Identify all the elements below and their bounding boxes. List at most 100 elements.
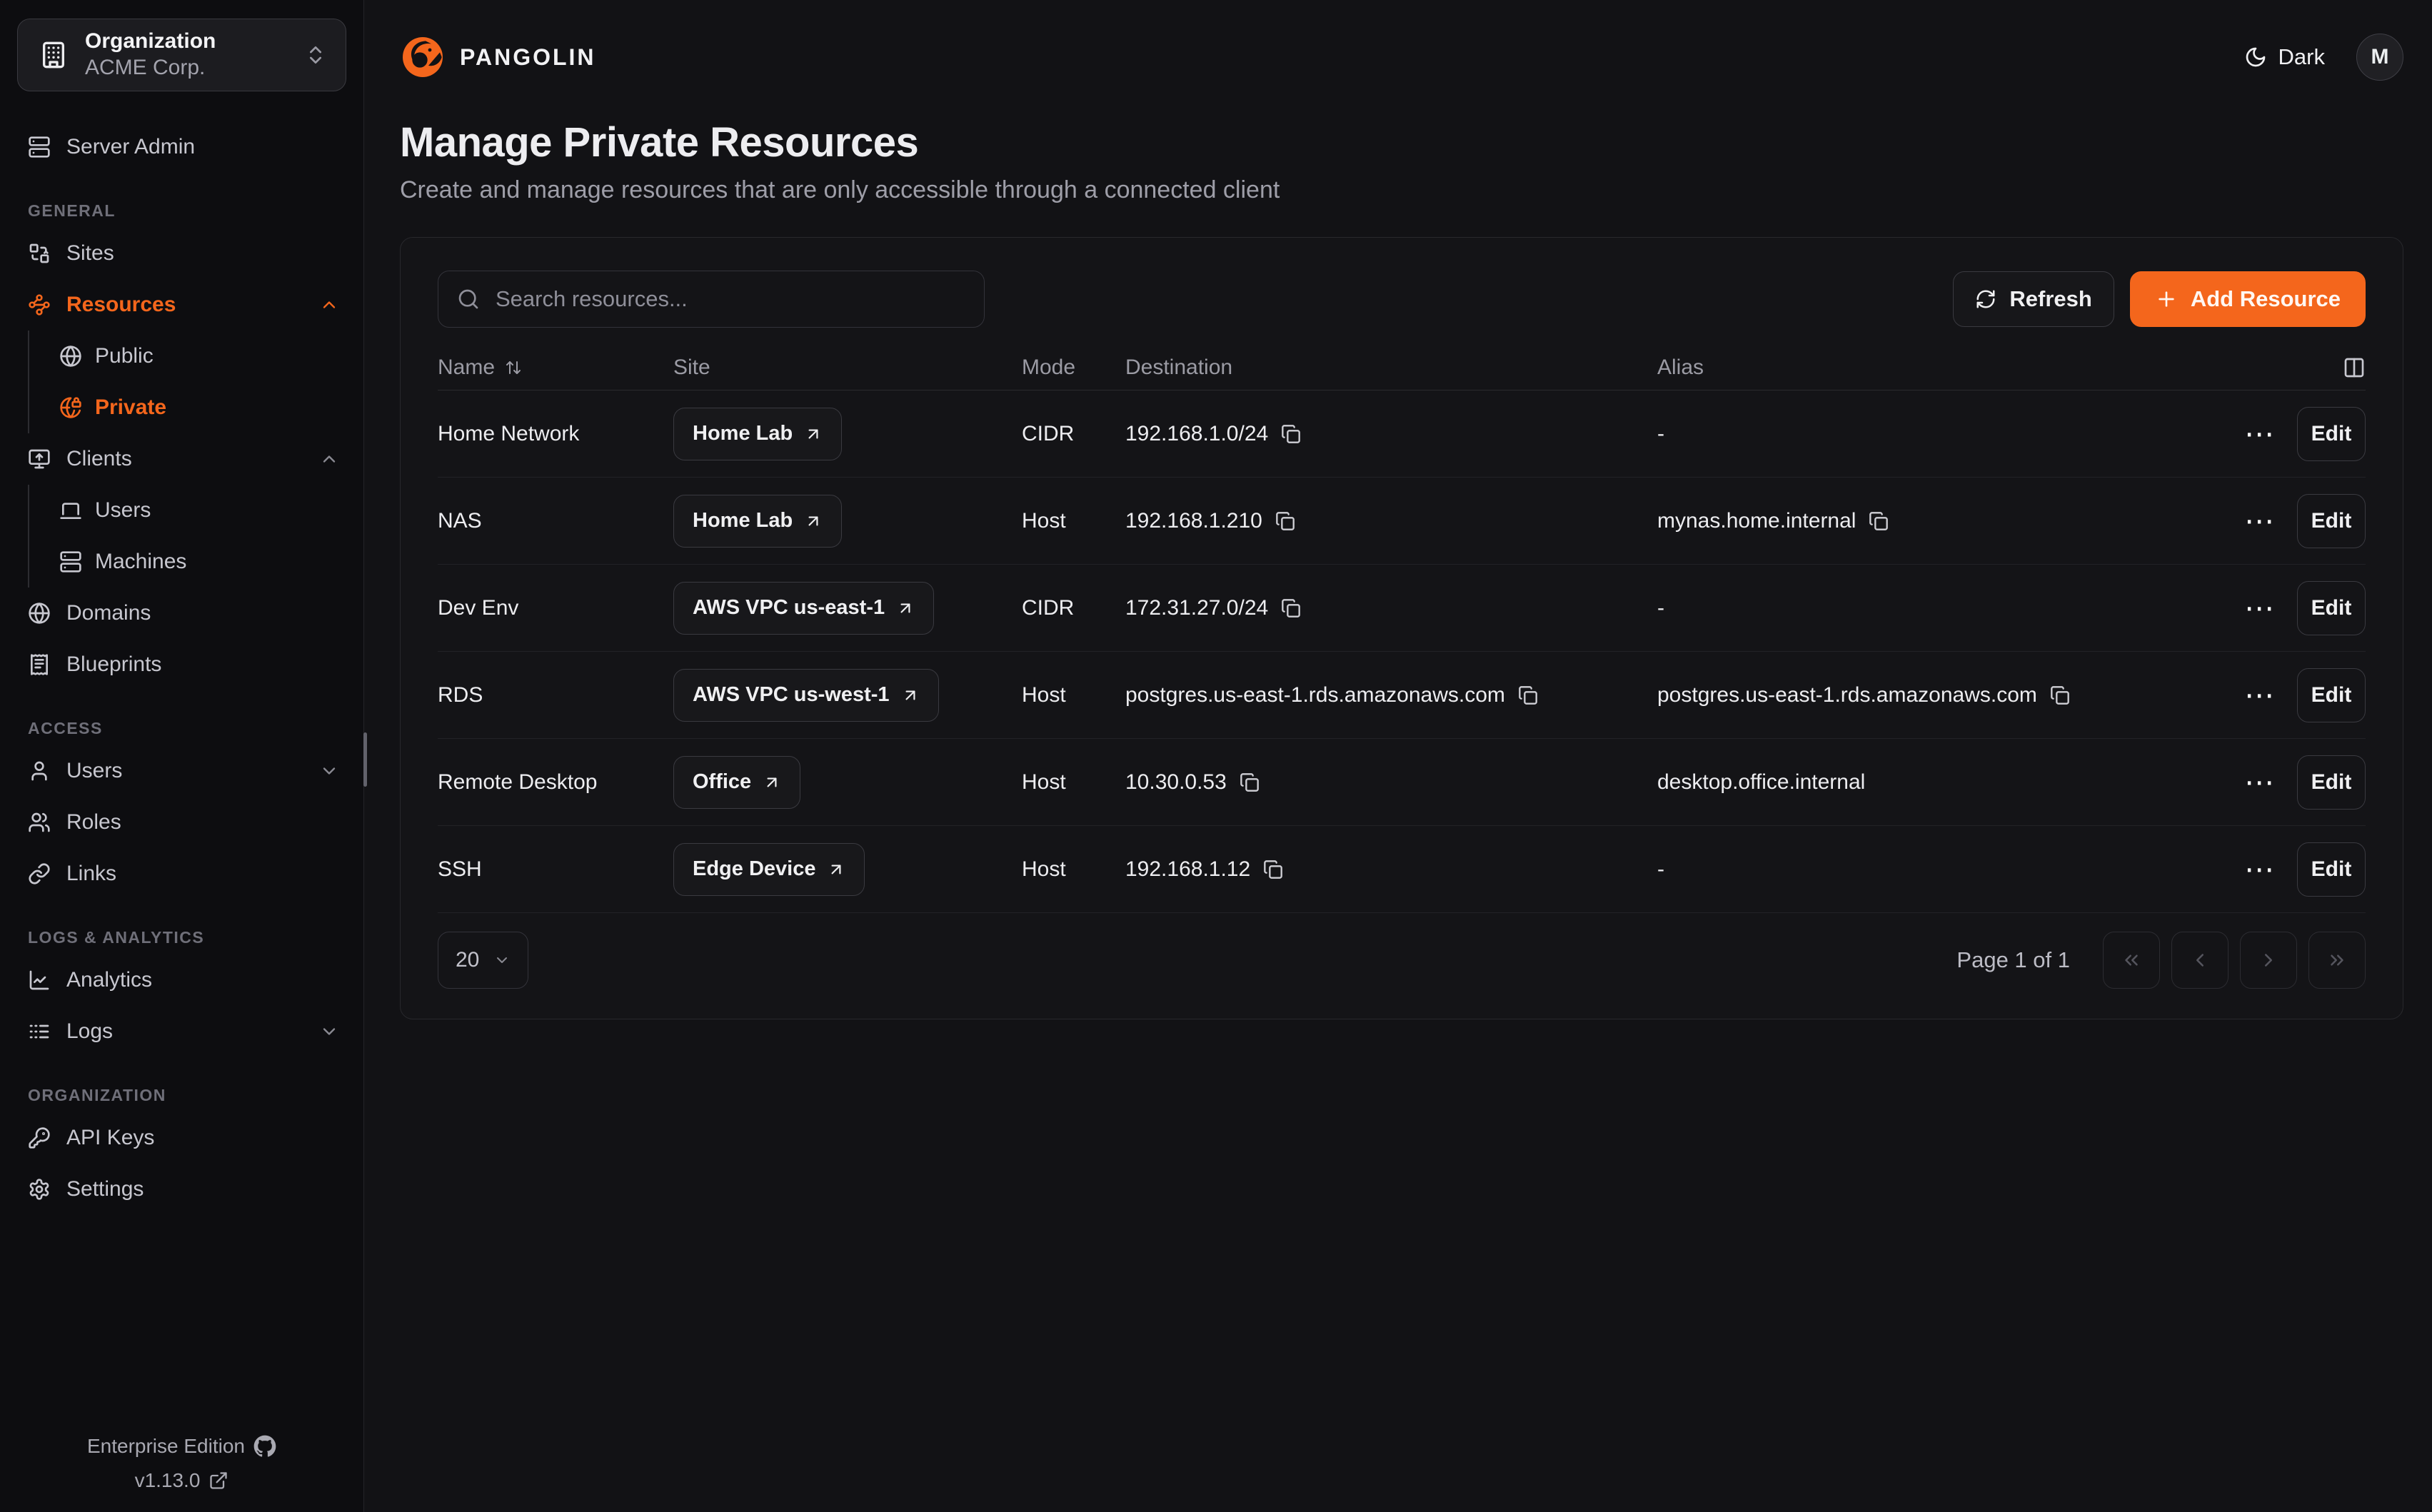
user-avatar[interactable]: M [2356,34,2403,81]
site-link[interactable]: AWS VPC us-east-1 [673,582,934,635]
row-menu-button[interactable]: ⋯ [2240,855,2278,884]
edit-button[interactable]: Edit [2297,842,2366,897]
sidebar-item-clients[interactable]: Clients [17,433,346,485]
resource-alias: desktop.office.internal [1657,770,1865,795]
page-subtitle: Create and manage resources that are onl… [400,176,2403,204]
first-page-button[interactable] [2103,932,2160,989]
site-link[interactable]: AWS VPC us-west-1 [673,669,939,722]
chevron-up-icon [319,449,339,469]
row-menu-button[interactable]: ⋯ [2240,419,2278,449]
copy-icon[interactable] [1275,511,1295,531]
monitor-up-icon [28,448,51,470]
sidebar-item-resources[interactable]: Resources [17,279,346,331]
table-row: Home Network Home Lab CIDR 192.168.1.0/2… [438,390,2366,478]
main-content: PANGOLIN Dark M Manage Private Resources… [364,0,2432,1512]
row-menu-button[interactable]: ⋯ [2240,506,2278,536]
site-link[interactable]: Home Lab [673,495,842,548]
site-link[interactable]: Home Lab [673,408,842,460]
building-icon [39,41,68,69]
sidebar-item-client-users[interactable]: Users [59,485,346,536]
sidebar: Organization ACME Corp. Server Admin GEN… [0,0,364,1512]
pangolin-logo-icon [400,34,446,80]
last-page-button[interactable] [2308,932,2366,989]
external-link-icon [208,1471,228,1491]
sidebar-item-public[interactable]: Public [59,331,346,382]
sidebar-item-logs[interactable]: Logs [17,1006,346,1057]
page-size-select[interactable]: 20 [438,932,528,989]
copy-icon[interactable] [1240,772,1260,792]
organization-texts: Organization ACME Corp. [85,29,287,81]
section-general: GENERAL [17,201,346,221]
sidebar-item-settings[interactable]: Settings [17,1164,346,1215]
copy-icon[interactable] [1281,424,1301,444]
column-header-site: Site [673,356,1022,380]
column-header-mode: Mode [1022,356,1125,380]
site-link[interactable]: Office [673,756,800,809]
gear-icon [28,1178,51,1201]
edit-button[interactable]: Edit [2297,494,2366,548]
refresh-button[interactable]: Refresh [1953,271,2114,327]
section-access: ACCESS [17,719,346,738]
edition-line[interactable]: Enterprise Edition [87,1435,276,1458]
section-logs-analytics: LOGS & ANALYTICS [17,928,346,947]
resource-mode: Host [1022,857,1125,882]
copy-icon[interactable] [2050,685,2070,705]
resource-name: Dev Env [438,596,673,620]
version-label: v1.13.0 [135,1469,201,1492]
theme-toggle[interactable]: Dark [2244,44,2325,70]
version-line[interactable]: v1.13.0 [135,1469,229,1492]
chevron-down-icon [319,761,339,781]
edit-button[interactable]: Edit [2297,407,2366,461]
toolbar: Refresh Add Resource [438,271,2366,328]
search-input[interactable] [496,286,965,312]
sidebar-item-domains[interactable]: Domains [17,588,346,639]
sidebar-item-api-keys[interactable]: API Keys [17,1112,346,1164]
sidebar-scrollbar-thumb[interactable] [363,732,367,787]
previous-page-button[interactable] [2171,932,2229,989]
resource-name: NAS [438,509,673,533]
arrow-up-right-icon [763,773,781,792]
resource-destination: 172.31.27.0/24 [1125,596,1268,620]
sidebar-item-machines[interactable]: Machines [59,536,346,588]
column-visibility-button[interactable] [2343,356,2366,379]
top-right: Dark M [2244,34,2403,81]
github-icon [253,1435,276,1458]
resource-mode: CIDR [1022,422,1125,446]
sidebar-item-roles[interactable]: Roles [17,797,346,848]
add-resource-button[interactable]: Add Resource [2130,271,2366,327]
table-header: Name Site Mode Destination Alias [438,345,2366,390]
next-page-button[interactable] [2240,932,2297,989]
sidebar-item-analytics[interactable]: Analytics [17,954,346,1006]
edit-button[interactable]: Edit [2297,755,2366,810]
clients-subgroup: Users Machines [28,485,346,588]
resource-alias: - [1657,596,1664,620]
resource-mode: CIDR [1022,596,1125,620]
resource-alias: - [1657,857,1664,882]
chevron-down-icon [319,1022,339,1042]
edit-button[interactable]: Edit [2297,581,2366,635]
copy-icon[interactable] [1869,511,1889,531]
receipt-icon [28,653,51,676]
chevron-down-icon [493,952,511,969]
site-link[interactable]: Edge Device [673,843,865,896]
edit-button[interactable]: Edit [2297,668,2366,722]
column-header-name[interactable]: Name [438,356,673,380]
brand[interactable]: PANGOLIN [400,34,596,80]
sidebar-item-private[interactable]: Private [59,382,346,433]
organization-value: ACME Corp. [85,54,287,81]
copy-icon[interactable] [1518,685,1538,705]
resource-name: Home Network [438,422,673,446]
copy-icon[interactable] [1281,598,1301,618]
sidebar-item-blueprints[interactable]: Blueprints [17,639,346,690]
sidebar-item-server-admin[interactable]: Server Admin [17,121,346,173]
sidebar-item-users[interactable]: Users [17,745,346,797]
plus-icon [2155,288,2178,311]
sidebar-item-links[interactable]: Links [17,848,346,899]
table-row: Dev Env AWS VPC us-east-1 CIDR 172.31.27… [438,565,2366,652]
row-menu-button[interactable]: ⋯ [2240,680,2278,710]
organization-picker[interactable]: Organization ACME Corp. [17,19,346,91]
copy-icon[interactable] [1263,860,1283,880]
row-menu-button[interactable]: ⋯ [2240,593,2278,623]
sidebar-item-sites[interactable]: Sites [17,228,346,279]
row-menu-button[interactable]: ⋯ [2240,767,2278,797]
